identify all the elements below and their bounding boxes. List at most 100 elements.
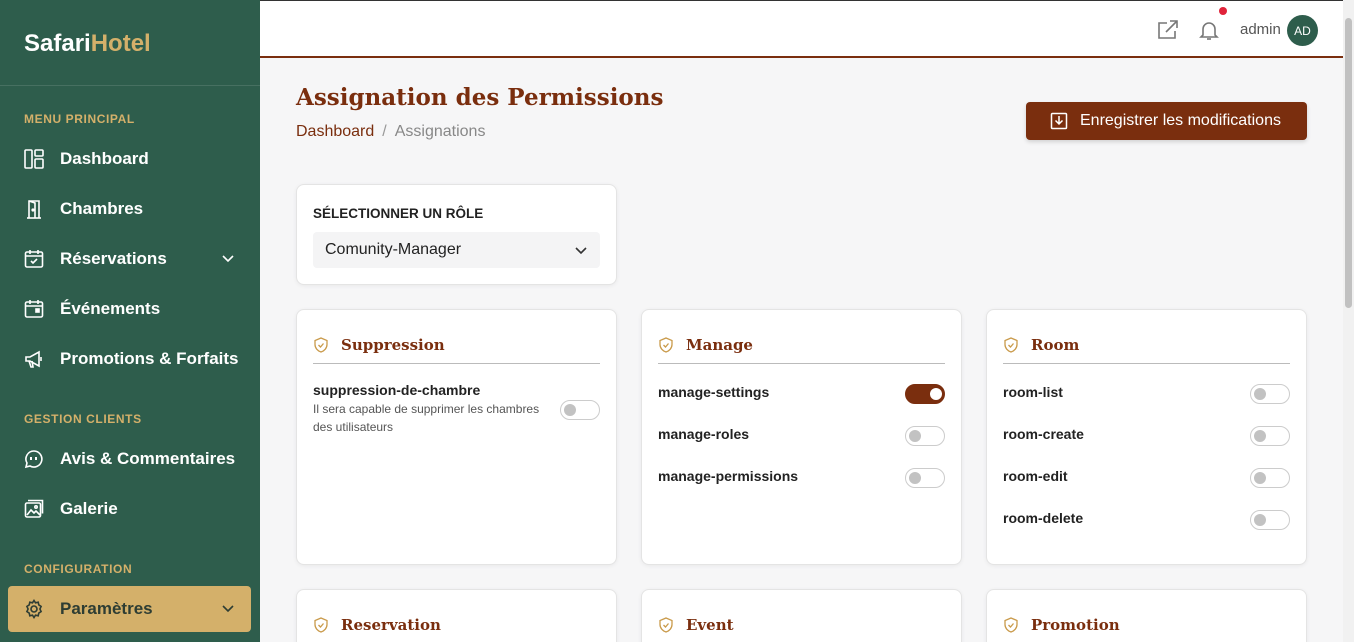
permission-row: room-create [1003, 426, 1290, 446]
permission-toggle[interactable] [905, 384, 945, 404]
permission-card-reservation: Reservation [296, 589, 617, 642]
sidebar-item-evenements[interactable]: Événements [8, 286, 251, 332]
sidebar-item-dashboard[interactable]: Dashboard [8, 136, 251, 182]
section-title-clients: GESTION CLIENTS [24, 412, 142, 426]
permission-toggle[interactable] [905, 426, 945, 446]
sidebar-item-label: Avis & Commentaires [60, 449, 236, 468]
chevron-down-icon [222, 255, 234, 263]
permission-card-event: Event [641, 589, 962, 642]
sidebar-item-label: Dashboard [60, 149, 149, 168]
calendar-check-icon [24, 249, 44, 269]
avatar[interactable]: AD [1287, 15, 1318, 46]
brand-part2: Hotel [90, 30, 151, 57]
permission-card-header: Suppression [313, 326, 600, 364]
permission-name: manage-roles [658, 426, 750, 442]
save-button-label: Enregistrer les modifications [1080, 112, 1281, 129]
role-select-value: Comunity-Manager [325, 241, 462, 258]
topbar: admin AD [260, 0, 1343, 58]
permission-group-title: Manage [686, 335, 753, 354]
permission-card-header: Room [1003, 326, 1290, 364]
sidebar-item-label: Réservations [60, 249, 167, 268]
permission-row: room-edit [1003, 468, 1290, 488]
sidebar-item-label: Paramètres [60, 599, 153, 618]
sidebar-item-avis[interactable]: Avis & Commentaires [8, 436, 251, 482]
breadcrumb-dashboard-link[interactable]: Dashboard [296, 123, 374, 140]
sidebar-item-chambres[interactable]: Chambres [8, 186, 251, 232]
permission-card-suppression: Suppression suppression-de-chambre Il se… [296, 309, 617, 565]
shield-icon [314, 617, 328, 633]
permission-group-title: Suppression [341, 335, 445, 354]
role-selector-card: SÉLECTIONNER UN RÔLE Comunity-Manager [296, 184, 617, 285]
sidebar-item-label: Promotions & Forfaits [60, 349, 239, 368]
shield-icon [314, 336, 328, 353]
permission-name: room-list [1003, 384, 1063, 400]
permission-toggle[interactable] [905, 468, 945, 488]
shield-icon [1004, 617, 1018, 633]
brand-logo[interactable]: SafariHotel [0, 0, 260, 86]
permission-name: room-edit [1003, 468, 1068, 484]
chat-bubble-icon [24, 449, 44, 469]
sidebar-item-reservations[interactable]: Réservations [8, 236, 251, 282]
permission-toggle[interactable] [560, 400, 600, 420]
save-button[interactable]: Enregistrer les modifications [1026, 102, 1307, 140]
permission-toggle[interactable] [1250, 384, 1290, 404]
chevron-down-icon [222, 605, 234, 613]
permission-group-title: Event [686, 616, 734, 634]
permission-group-title: Room [1031, 335, 1080, 354]
breadcrumb-current: Assignations [394, 123, 486, 140]
permission-card-header: Promotion [1003, 606, 1290, 642]
permission-toggle[interactable] [1250, 426, 1290, 446]
permission-toggle[interactable] [1250, 510, 1290, 530]
permission-card-header: Manage [658, 326, 945, 364]
door-icon [24, 199, 44, 219]
section-title-menu: MENU PRINCIPAL [24, 112, 135, 126]
permission-card-header: Reservation [313, 606, 600, 642]
permission-row: manage-permissions [658, 468, 945, 488]
shield-icon [659, 617, 673, 633]
sidebar-item-label: Galerie [60, 499, 118, 518]
megaphone-icon [24, 349, 44, 369]
sidebar-item-promotions[interactable]: Promotions & Forfaits [8, 336, 251, 382]
chevron-down-icon [575, 247, 587, 255]
role-select[interactable]: Comunity-Manager [313, 232, 600, 268]
section-title-config: CONFIGURATION [24, 562, 133, 576]
gear-icon [24, 599, 44, 619]
permission-row: manage-roles [658, 426, 945, 446]
page-title: Assignation des Permissions [296, 84, 664, 111]
permission-toggle[interactable] [1250, 468, 1290, 488]
permission-row: manage-settings [658, 384, 945, 404]
dashboard-icon [24, 149, 44, 169]
gallery-icon [24, 499, 44, 519]
permission-name: suppression-de-chambre [313, 382, 481, 398]
scrollbar-thumb[interactable] [1345, 18, 1352, 308]
calendar-icon [24, 299, 44, 319]
permission-row: room-list [1003, 384, 1290, 404]
permission-row: room-delete [1003, 510, 1290, 530]
bell-icon[interactable] [1197, 18, 1221, 42]
sidebar-item-parametres[interactable]: Paramètres [8, 586, 251, 632]
external-link-icon[interactable] [1156, 18, 1180, 42]
permission-name: room-delete [1003, 510, 1084, 526]
shield-icon [1004, 336, 1018, 353]
notification-dot [1219, 7, 1227, 15]
permission-card-header: Event [658, 606, 945, 642]
breadcrumb-separator: / [382, 123, 387, 140]
sidebar: SafariHotel MENU PRINCIPAL Dashboard Cha… [0, 0, 260, 642]
sidebar-item-label: Événements [60, 299, 161, 318]
sidebar-item-galerie[interactable]: Galerie [8, 486, 251, 532]
permission-name: manage-permissions [658, 468, 799, 484]
admin-name[interactable]: admin [1240, 21, 1281, 38]
permission-card-manage: Manage manage-settings manage-roles mana… [641, 309, 962, 565]
permission-card-promotion: Promotion [986, 589, 1307, 642]
permission-row: suppression-de-chambre Il sera capable d… [313, 382, 600, 434]
page-scrollbar[interactable] [1343, 0, 1354, 642]
breadcrumb: Dashboard / Assignations [296, 123, 485, 141]
permission-group-title: Reservation [341, 616, 441, 634]
shield-icon [659, 336, 673, 353]
permission-name: room-create [1003, 426, 1084, 442]
sidebar-item-label: Chambres [60, 199, 144, 218]
download-icon [1050, 112, 1068, 130]
brand-part1: Safari [24, 30, 91, 57]
permission-name: manage-settings [658, 384, 770, 400]
permission-description: Il sera capable de supprimer les chambre… [313, 402, 540, 434]
